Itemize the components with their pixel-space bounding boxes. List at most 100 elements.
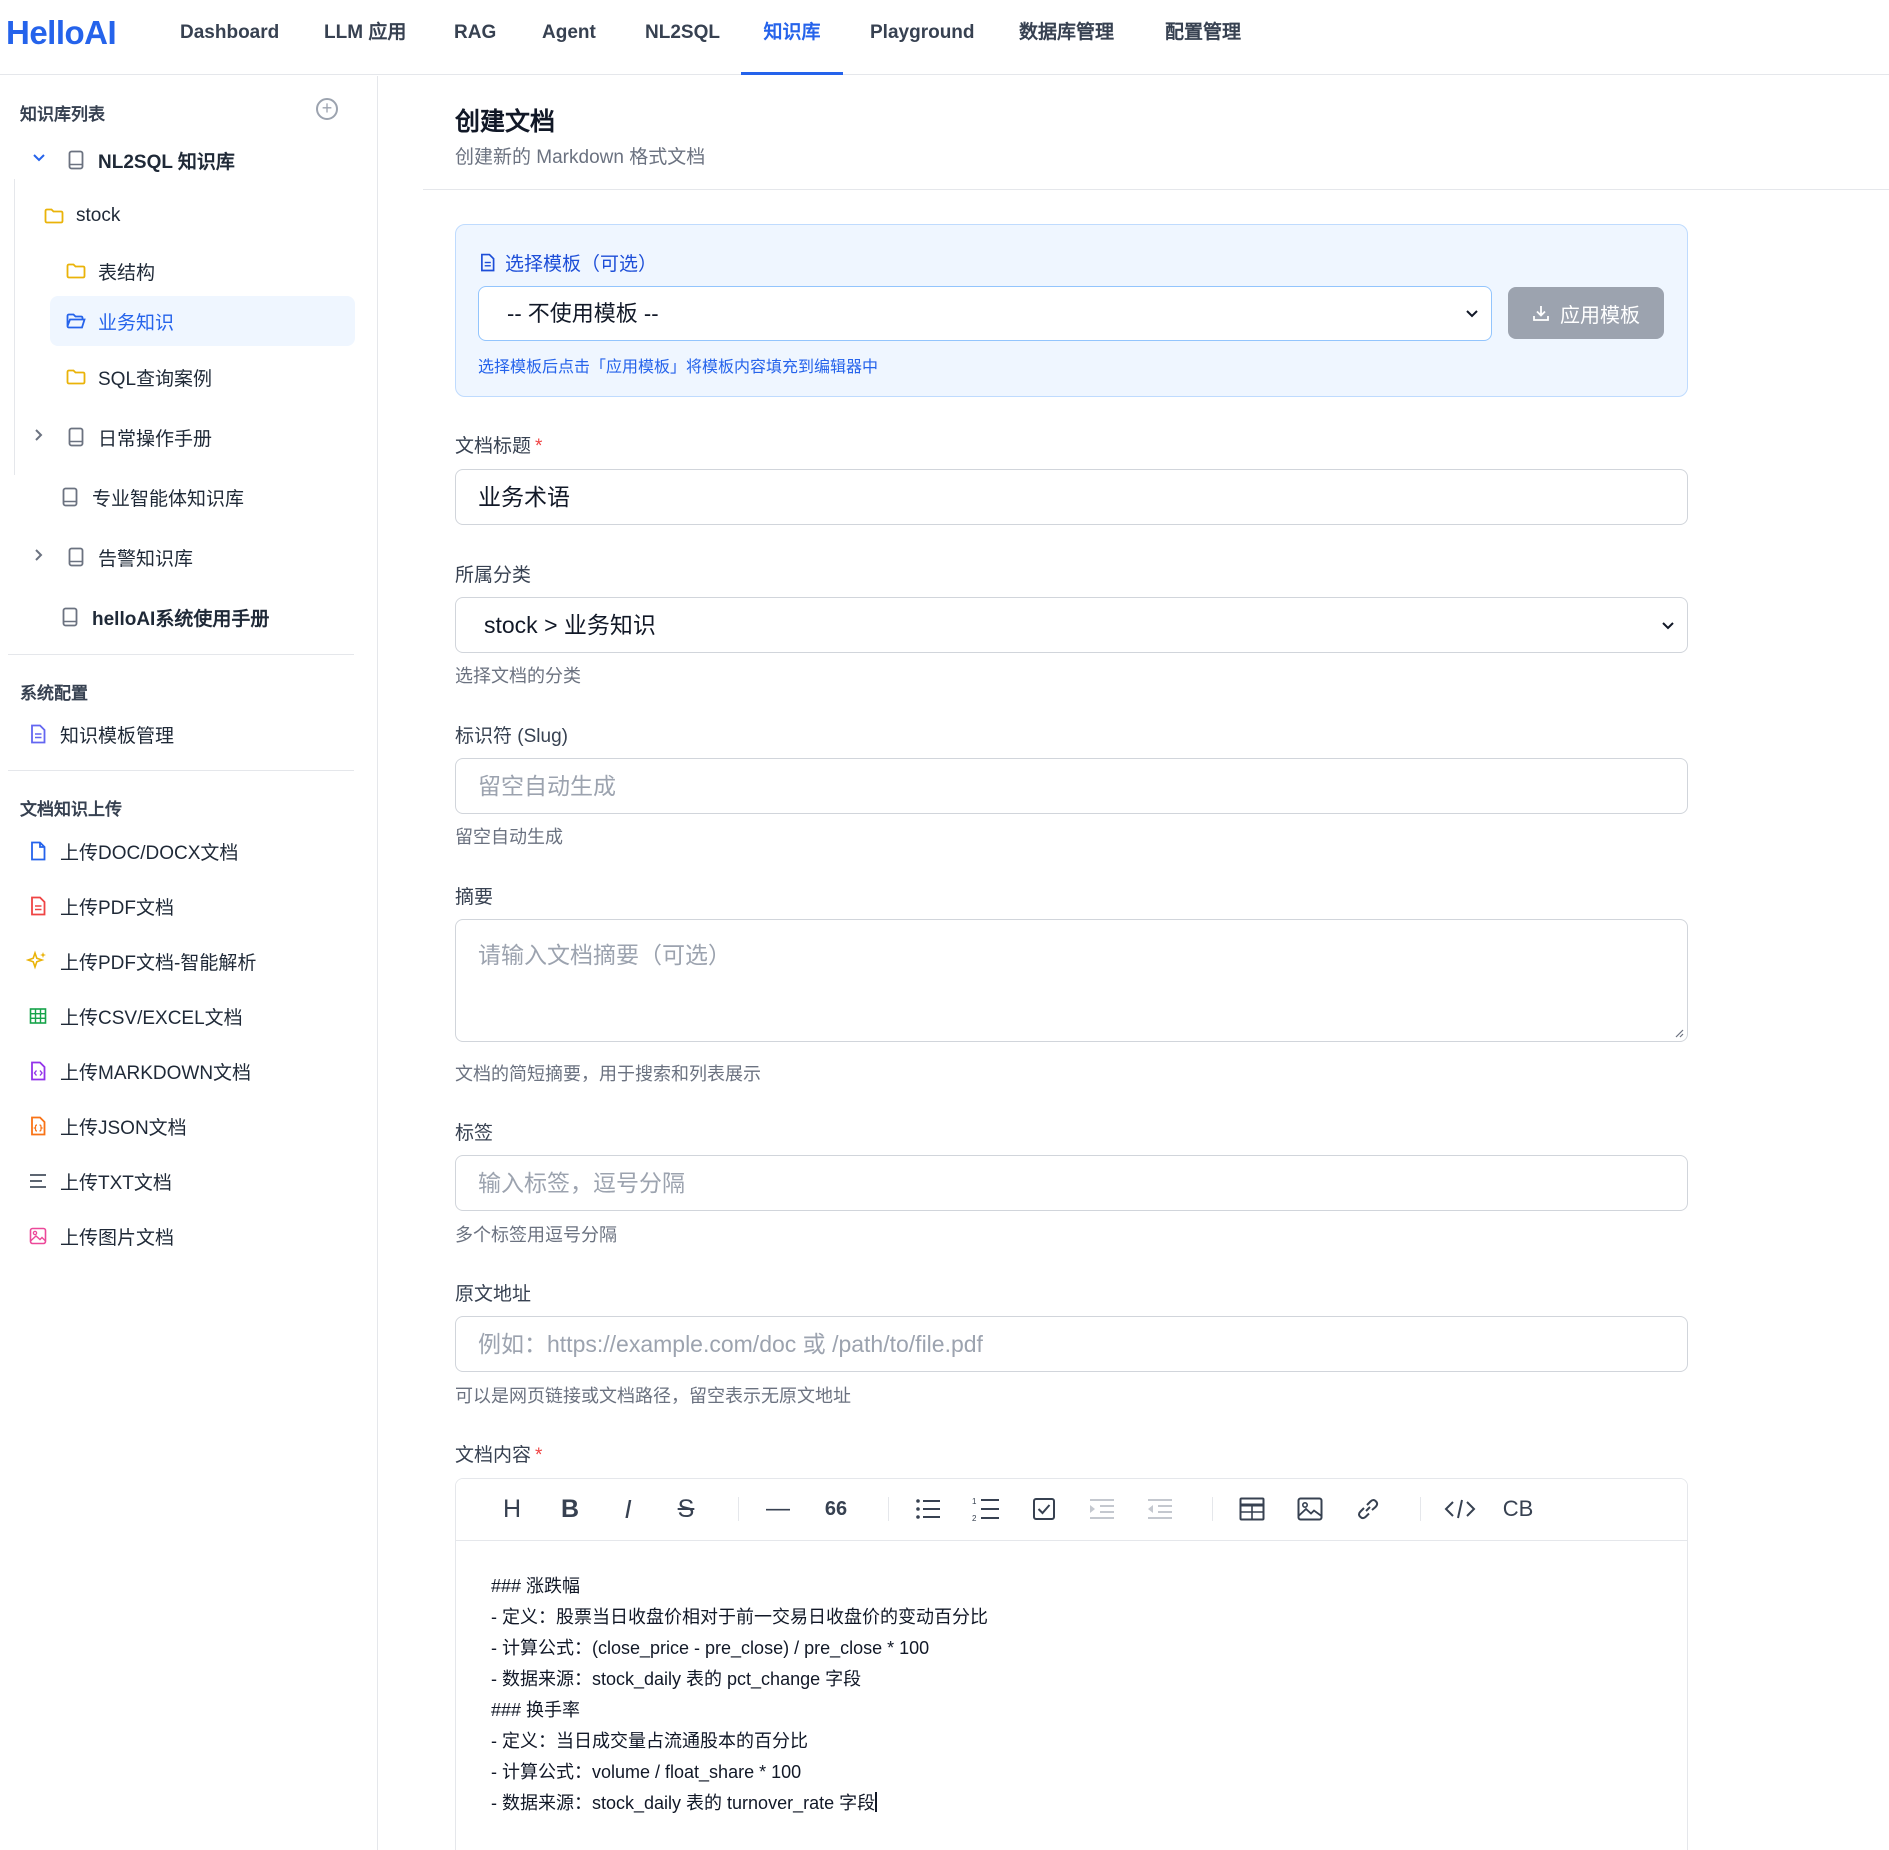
download-icon: [1532, 304, 1550, 322]
nav-llm-apps[interactable]: LLM 应用: [324, 0, 406, 75]
content-line: ### 涨跌幅: [491, 1576, 581, 1596]
toolbar-separator: [738, 1497, 739, 1521]
template-select-value: -- 不使用模板 --: [507, 301, 659, 326]
json-file-icon: [28, 1116, 48, 1136]
document-icon: [28, 724, 48, 744]
slug-input[interactable]: 留空自动生成: [455, 758, 1688, 814]
indent-button[interactable]: [1086, 1493, 1118, 1525]
kb-item-label: 专业智能体知识库: [92, 488, 245, 510]
nav-rag[interactable]: RAG: [454, 0, 496, 75]
template-select[interactable]: -- 不使用模板 --: [478, 286, 1492, 341]
sidebar-item-upload-pdf-smart[interactable]: 上传PDF文档-智能解析: [26, 943, 256, 979]
ordered-list-button[interactable]: 12: [970, 1493, 1002, 1525]
system-config-title: 系统配置: [20, 684, 88, 703]
top-navbar: HelloAI Dashboard LLM 应用 RAG Agent NL2SQ…: [0, 0, 1889, 75]
sidebar-item-template-management[interactable]: 知识模板管理: [28, 716, 174, 752]
app-logo[interactable]: HelloAI: [6, 14, 117, 52]
quote-button[interactable]: 66: [820, 1493, 852, 1525]
sidebar-item-label: 上传CSV/EXCEL文档: [60, 1007, 243, 1029]
tree-guide-line: [14, 179, 15, 475]
source-url-input[interactable]: 例如：https://example.com/doc 或 /path/to/fi…: [455, 1316, 1688, 1372]
category-select[interactable]: stock > 业务知识: [455, 597, 1688, 653]
kb-item-alert-kb[interactable]: 告警知识库: [30, 539, 193, 575]
strikethrough-button[interactable]: S: [670, 1493, 702, 1525]
task-list-button[interactable]: [1028, 1493, 1060, 1525]
image-button[interactable]: [1294, 1493, 1326, 1525]
sidebar-item-label: 上传图片文档: [60, 1227, 175, 1249]
text-lines-icon: [28, 1171, 48, 1191]
summary-textarea[interactable]: 请输入文档摘要（可选）: [455, 919, 1688, 1042]
heading-button[interactable]: H: [496, 1493, 528, 1525]
sidebar-item-label: 上传PDF文档-智能解析: [60, 952, 257, 974]
book-icon: [66, 150, 86, 170]
content-field-label: 文档内容 *: [455, 1445, 543, 1466]
sidebar-item-upload-pdf[interactable]: 上传PDF文档: [28, 888, 174, 924]
summary-field-label: 摘要: [455, 887, 494, 908]
title-field-label: 文档标题 *: [455, 436, 543, 457]
folder-item-table-structure[interactable]: 表结构: [66, 253, 155, 289]
table-icon: [1239, 1497, 1265, 1521]
outdent-icon: [1147, 1498, 1173, 1520]
text-cursor: [875, 1792, 878, 1812]
summary-help: 文档的简短摘要，用于搜索和列表展示: [455, 1064, 761, 1084]
sidebar-item-label: 上传PDF文档: [60, 897, 175, 919]
editor-toolbar: H B I S — 66 12 CB: [456, 1479, 1687, 1541]
nav-knowledge-base[interactable]: 知识库: [741, 0, 843, 75]
inline-code-button[interactable]: [1444, 1493, 1476, 1525]
sidebar-item-label: 上传DOC/DOCX文档: [60, 842, 239, 864]
sidebar-item-upload-json[interactable]: 上传JSON文档: [28, 1108, 187, 1144]
bullet-list-button[interactable]: [912, 1493, 944, 1525]
horizontal-rule-button[interactable]: —: [762, 1493, 794, 1525]
folder-item-label: SQL查询案例: [98, 368, 213, 390]
sidebar-item-upload-doc[interactable]: 上传DOC/DOCX文档: [28, 833, 238, 869]
content-line-last: - 数据来源：stock_daily 表的 turnover_rate 字段: [491, 1792, 878, 1813]
chevron-right-icon[interactable]: [30, 548, 48, 566]
folder-icon: [44, 206, 64, 226]
kb-item-label: NL2SQL 知识库: [98, 151, 235, 173]
category-select-value: stock > 业务知识: [484, 612, 656, 638]
nav-playground[interactable]: Playground: [870, 0, 975, 75]
kb-item-helloai-manual[interactable]: helloAI系统使用手册: [60, 599, 269, 635]
kb-item-agent-kb[interactable]: 专业智能体知识库: [60, 479, 244, 515]
sidebar-item-upload-txt[interactable]: 上传TXT文档: [28, 1163, 172, 1199]
kb-item-nl2sql[interactable]: NL2SQL 知识库: [30, 142, 235, 178]
outdent-button[interactable]: [1144, 1493, 1176, 1525]
apply-template-button[interactable]: 应用模板: [1508, 287, 1664, 339]
folder-item-label: 表结构: [98, 262, 156, 284]
book-icon: [66, 547, 86, 567]
resize-handle-icon[interactable]: [1674, 1028, 1684, 1038]
image-icon: [28, 1226, 48, 1246]
folder-item-business-knowledge[interactable]: 业务知识: [50, 296, 355, 346]
folder-item-label: 业务知识: [98, 312, 175, 334]
folder-item-stock[interactable]: stock: [44, 198, 120, 234]
code-block-button[interactable]: CB: [1502, 1493, 1534, 1525]
tags-input[interactable]: 输入标签，逗号分隔: [455, 1155, 1688, 1211]
template-label: 选择模板（可选）: [505, 254, 658, 275]
folder-item-sql-cases[interactable]: SQL查询案例: [66, 359, 212, 395]
link-button[interactable]: [1352, 1493, 1384, 1525]
sidebar-item-upload-csv[interactable]: 上传CSV/EXCEL文档: [28, 998, 243, 1034]
nav-nl2sql[interactable]: NL2SQL: [645, 0, 720, 75]
book-icon: [60, 487, 80, 507]
bold-button[interactable]: B: [554, 1493, 586, 1525]
book-icon: [60, 607, 80, 627]
title-input[interactable]: 业务术语: [455, 469, 1688, 525]
folder-open-icon: [66, 311, 86, 331]
sparkles-icon: [26, 950, 48, 971]
nav-dashboard[interactable]: Dashboard: [180, 0, 279, 75]
chevron-right-icon[interactable]: [30, 428, 48, 446]
add-kb-button[interactable]: +: [316, 98, 338, 120]
chevron-down-icon[interactable]: [30, 151, 48, 169]
sidebar-item-upload-markdown[interactable]: 上传MARKDOWN文档: [28, 1053, 251, 1089]
nav-database-management[interactable]: 数据库管理: [1019, 0, 1114, 75]
nav-agent[interactable]: Agent: [542, 0, 596, 75]
sidebar-item-upload-image[interactable]: 上传图片文档: [28, 1218, 174, 1254]
bullet-list-icon: [915, 1498, 941, 1520]
editor-content[interactable]: ### 涨跌幅 - 定义：股票当日收盘价相对于前一交易日收盘价的变动百分比 - 计算…: [491, 1571, 988, 1819]
content-line: - 计算公式：(close_price - pre_close) / pre_c…: [491, 1638, 930, 1658]
nav-config-management[interactable]: 配置管理: [1165, 0, 1241, 75]
table-button[interactable]: [1236, 1493, 1268, 1525]
italic-button[interactable]: I: [612, 1493, 644, 1525]
pdf-icon: [28, 896, 48, 916]
kb-item-daily-manual[interactable]: 日常操作手册: [30, 419, 212, 455]
